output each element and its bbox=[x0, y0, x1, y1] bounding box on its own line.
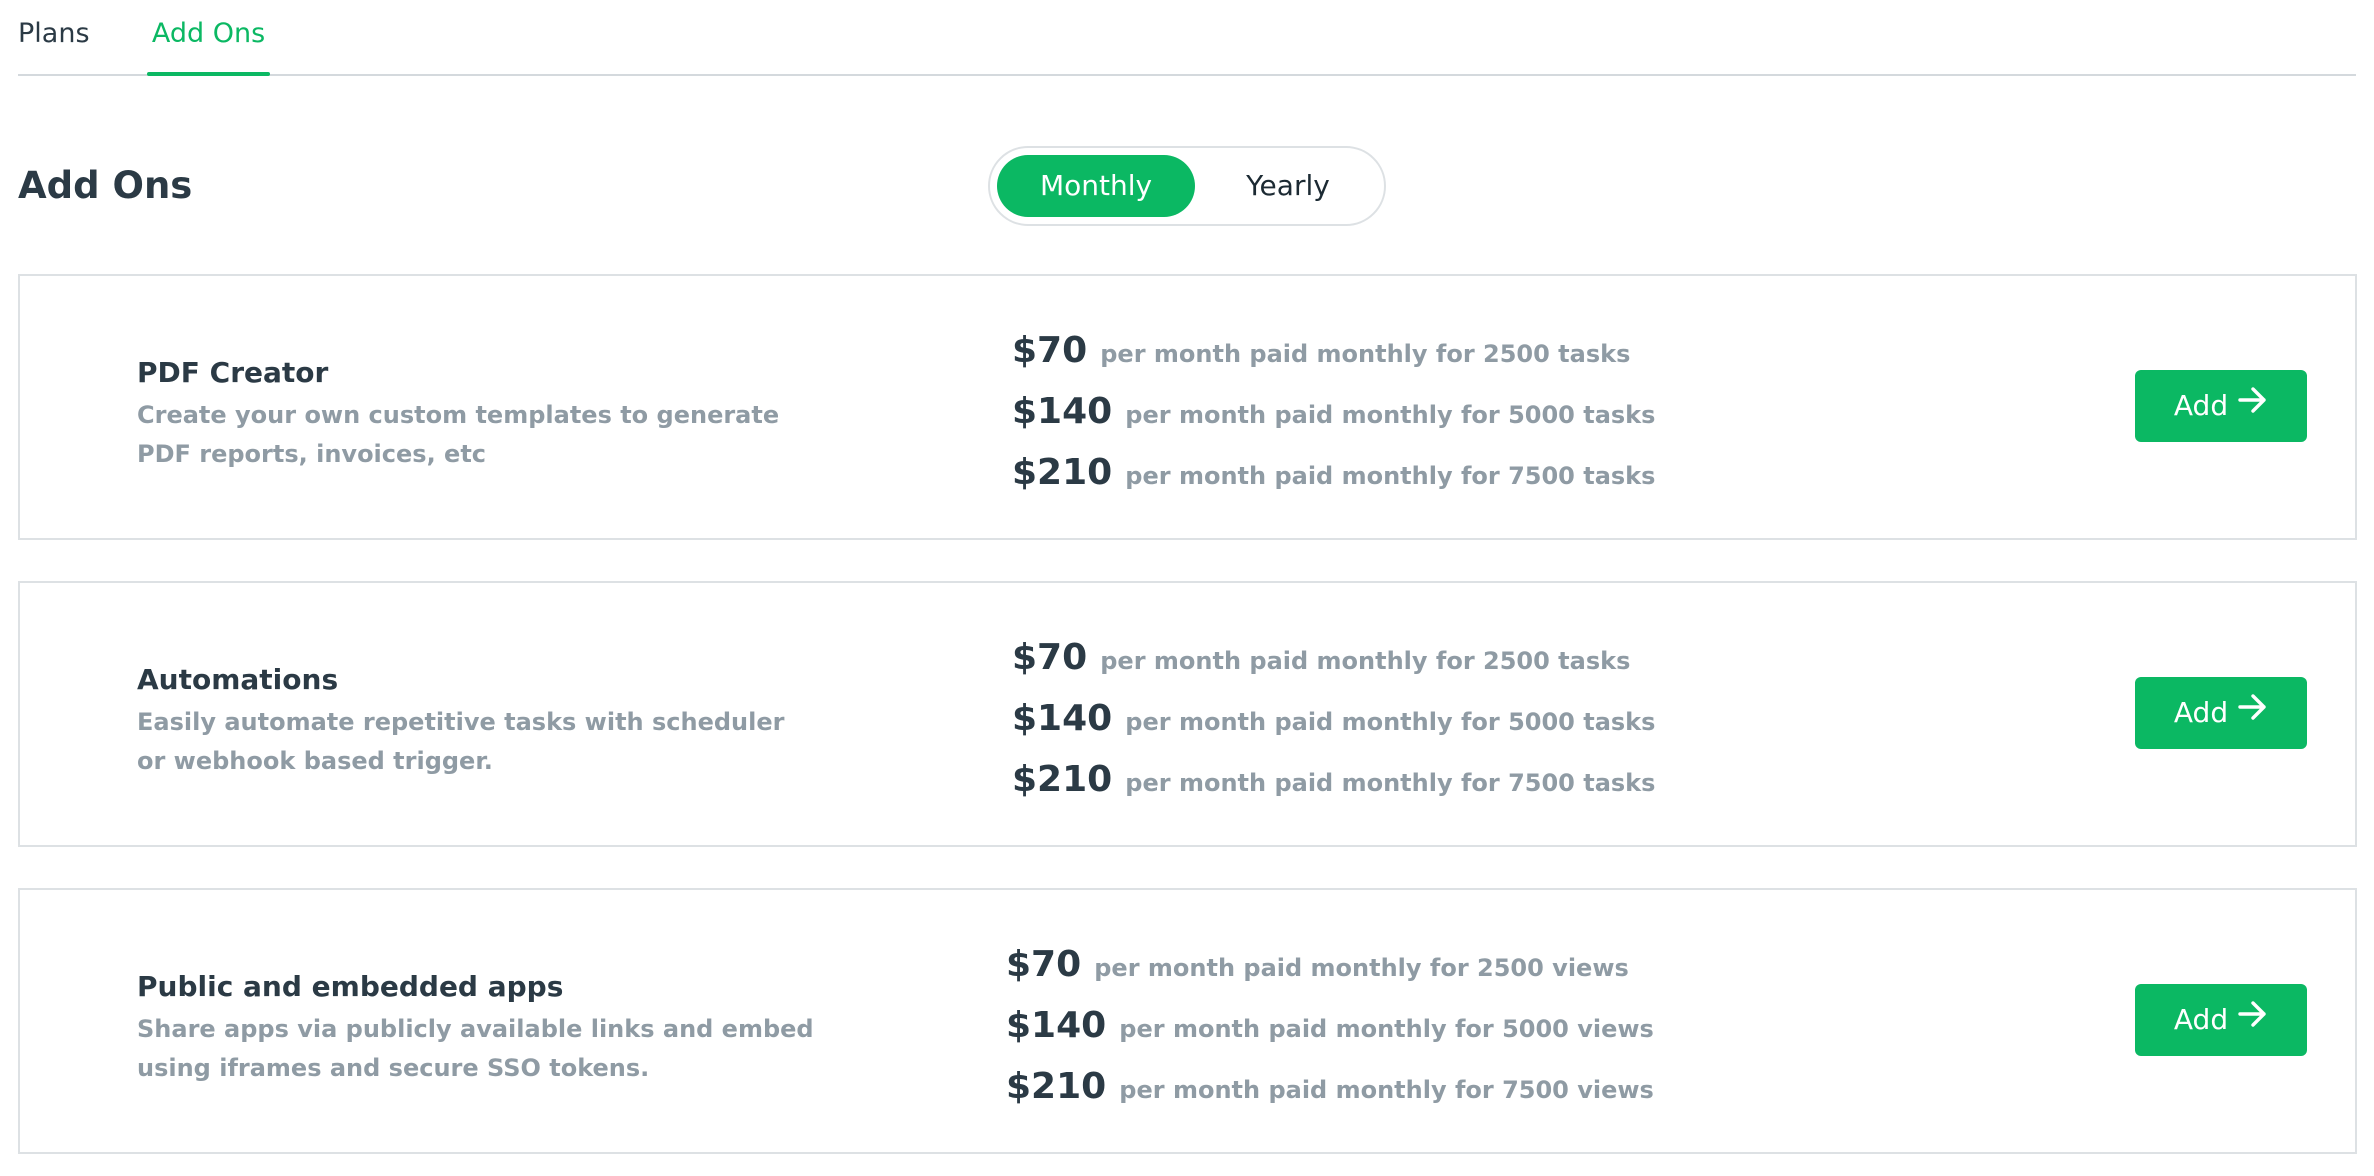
price-row: $70 per month paid monthly for 2500 task… bbox=[1012, 320, 1712, 381]
addon-title: PDF Creator bbox=[137, 356, 329, 389]
price-amount: $140 bbox=[1012, 698, 1113, 739]
price-list: $70 per month paid monthly for 2500 task… bbox=[1012, 627, 1712, 810]
price-row: $140 per month paid monthly for 5000 tas… bbox=[1012, 381, 1712, 442]
tab-plans[interactable]: Plans bbox=[18, 14, 90, 76]
addon-title: Automations bbox=[137, 663, 339, 696]
price-amount: $210 bbox=[1012, 452, 1113, 493]
add-pdf-creator-button[interactable]: Add bbox=[2135, 370, 2307, 442]
price-list: $70 per month paid monthly for 2500 view… bbox=[1006, 934, 1706, 1117]
price-amount: $210 bbox=[1012, 759, 1113, 800]
price-amount: $70 bbox=[1012, 330, 1088, 371]
price-row: $140 per month paid monthly for 5000 tas… bbox=[1012, 688, 1712, 749]
tab-bar: Plans Add Ons bbox=[18, 0, 2356, 76]
price-row: $70 per month paid monthly for 2500 view… bbox=[1006, 934, 1706, 995]
addon-card-automations: Automations Easily automate repetitive t… bbox=[18, 581, 2357, 847]
price-row: $140 per month paid monthly for 5000 vie… bbox=[1006, 995, 1706, 1056]
price-row: $210 per month paid monthly for 7500 tas… bbox=[1012, 442, 1712, 503]
price-row: $210 per month paid monthly for 7500 tas… bbox=[1012, 749, 1712, 810]
price-detail: per month paid monthly for 2500 tasks bbox=[1100, 647, 1631, 675]
price-row: $70 per month paid monthly for 2500 task… bbox=[1012, 627, 1712, 688]
arrow-right-icon bbox=[2238, 368, 2268, 440]
addon-description: Easily automate repetitive tasks with sc… bbox=[137, 708, 785, 775]
price-amount: $70 bbox=[1006, 944, 1082, 985]
price-row: $210 per month paid monthly for 7500 vie… bbox=[1006, 1056, 1706, 1117]
add-button-label: Add bbox=[2173, 1003, 2229, 1036]
addon-description: Share apps via publicly available links … bbox=[137, 1015, 814, 1082]
price-detail: per month paid monthly for 7500 tasks bbox=[1125, 769, 1656, 797]
price-detail: per month paid monthly for 5000 tasks bbox=[1125, 708, 1656, 736]
add-button-label: Add bbox=[2173, 389, 2229, 422]
price-amount: $70 bbox=[1012, 637, 1088, 678]
toggle-monthly-button[interactable]: Monthly bbox=[997, 155, 1195, 217]
toggle-yearly-button[interactable]: Yearly bbox=[1198, 155, 1378, 217]
add-automations-button[interactable]: Add bbox=[2135, 677, 2307, 749]
price-list: $70 per month paid monthly for 2500 task… bbox=[1012, 320, 1712, 503]
tab-add-ons[interactable]: Add Ons bbox=[147, 14, 270, 76]
addon-card-pdf-creator: PDF Creator Create your own custom templ… bbox=[18, 274, 2357, 540]
addon-title: Public and embedded apps bbox=[137, 970, 564, 1003]
arrow-right-icon bbox=[2238, 982, 2268, 1054]
add-button-label: Add bbox=[2173, 696, 2229, 729]
page-title: Add Ons bbox=[18, 164, 193, 207]
price-detail: per month paid monthly for 7500 tasks bbox=[1125, 462, 1656, 490]
price-detail: per month paid monthly for 2500 tasks bbox=[1100, 340, 1631, 368]
price-detail: per month paid monthly for 7500 views bbox=[1119, 1076, 1654, 1104]
price-amount: $140 bbox=[1006, 1005, 1107, 1046]
price-detail: per month paid monthly for 5000 tasks bbox=[1125, 401, 1656, 429]
billing-period-toggle: Monthly Yearly bbox=[988, 146, 1386, 226]
addon-description: Create your own custom templates to gene… bbox=[137, 401, 780, 468]
price-amount: $210 bbox=[1006, 1066, 1107, 1107]
price-detail: per month paid monthly for 5000 views bbox=[1119, 1015, 1654, 1043]
price-detail: per month paid monthly for 2500 views bbox=[1094, 954, 1629, 982]
add-public-embedded-apps-button[interactable]: Add bbox=[2135, 984, 2307, 1056]
arrow-right-icon bbox=[2238, 675, 2268, 747]
price-amount: $140 bbox=[1012, 391, 1113, 432]
addon-card-public-embedded-apps: Public and embedded apps Share apps via … bbox=[18, 888, 2357, 1154]
active-tab-indicator bbox=[147, 72, 270, 76]
